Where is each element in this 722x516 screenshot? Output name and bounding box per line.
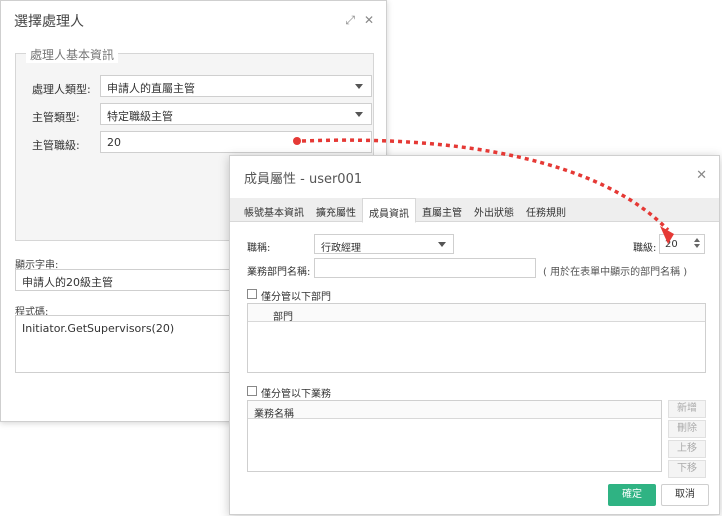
level-label: 職級: (633, 243, 657, 254)
chevron-down-icon (355, 112, 363, 117)
position-value: 行政經理 (321, 243, 361, 254)
position-label: 職稱: (247, 243, 271, 254)
manager-level-input[interactable]: 20 (100, 131, 372, 153)
tab-task-rules[interactable]: 任務規則 (520, 198, 572, 222)
manager-type-label: 主管類型: (32, 111, 80, 124)
business-grid: 業務名稱 (247, 400, 662, 472)
tab-bar: 帳號基本資訊 擴充屬性 成員資訊 直屬主管 外出狀態 任務規則 (230, 198, 719, 223)
tab-extended-attributes[interactable]: 擴充屬性 (310, 198, 362, 222)
code-value: Initiator.GetSupervisors(20) (22, 322, 175, 335)
cancel-button[interactable]: 取消 (661, 484, 709, 506)
tab-member-info[interactable]: 成員資訊 (362, 198, 416, 223)
dept-column-header: 部門 (248, 304, 705, 323)
close-icon[interactable]: ✕ (364, 13, 374, 27)
delete-button[interactable]: 刪除 (668, 420, 706, 438)
dialog-title: 成員屬性 - user001 (244, 172, 363, 187)
dialog-title: 選擇處理人 (14, 14, 84, 30)
ok-button[interactable]: 確定 (608, 484, 656, 506)
level-stepper[interactable]: 20 (659, 234, 705, 254)
dept-grid: 部門 (247, 303, 706, 373)
move-up-button[interactable]: 上移 (668, 440, 706, 458)
position-select[interactable]: 行政經理 (314, 234, 454, 254)
display-string-value: 申請人的20級主管 (22, 276, 113, 289)
only-manage-depts-label: 僅分管以下部門 (261, 292, 331, 303)
stepper-arrows-icon[interactable] (694, 238, 700, 248)
dept-name-input[interactable] (314, 258, 536, 278)
handler-type-label: 處理人類型: (32, 83, 91, 96)
handler-type-select[interactable]: 申請人的直屬主管 (100, 75, 372, 97)
close-icon[interactable]: ✕ (696, 168, 707, 183)
dept-name-hint: ( 用於在表單中顯示的部門名稱 ) (543, 267, 688, 278)
expand-icon[interactable]: ⤢ (345, 13, 355, 27)
level-value: 20 (665, 239, 678, 250)
fieldset-legend: 處理人基本資訊 (26, 46, 119, 63)
move-down-button[interactable]: 下移 (668, 460, 706, 478)
only-manage-business-label: 僅分管以下業務 (261, 389, 331, 400)
tab-out-status[interactable]: 外出狀態 (468, 198, 520, 222)
manager-level-label: 主管職級: (32, 139, 80, 152)
handler-type-value: 申請人的直屬主管 (107, 82, 195, 95)
add-button[interactable]: 新增 (668, 400, 706, 418)
tab-direct-supervisor[interactable]: 直屬主管 (416, 198, 468, 222)
only-manage-business-checkbox[interactable] (247, 386, 257, 396)
tab-account-info[interactable]: 帳號基本資訊 (238, 198, 310, 222)
chevron-down-icon (438, 242, 446, 247)
dept-name-label: 業務部門名稱: (247, 267, 311, 278)
member-properties-dialog: 成員屬性 - user001 ✕ 帳號基本資訊 擴充屬性 成員資訊 直屬主管 外… (229, 155, 720, 515)
business-column-header: 業務名稱 (248, 401, 661, 420)
only-manage-depts-checkbox[interactable] (247, 289, 257, 299)
manager-type-select[interactable]: 特定職級主管 (100, 103, 372, 125)
chevron-down-icon (355, 84, 363, 89)
manager-level-value: 20 (107, 136, 121, 149)
manager-type-value: 特定職級主管 (107, 110, 173, 123)
